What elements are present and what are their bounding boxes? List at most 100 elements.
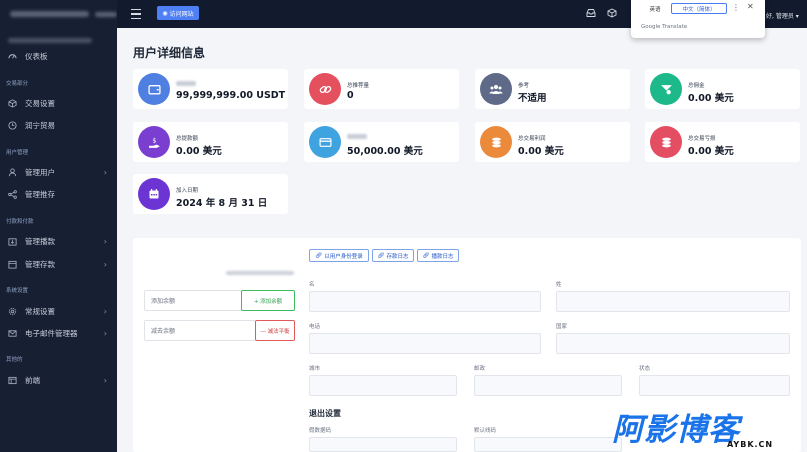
stat-label: 加入日期 xyxy=(176,188,199,194)
withdraw-log-button[interactable]: 🔗︎ 播款日志 xyxy=(417,249,459,262)
chevron-right-icon: › xyxy=(103,236,107,246)
sidebar-item-manage-deposits[interactable]: 管理存款 › xyxy=(0,256,117,272)
sidebar-item-label: 管理推存 xyxy=(25,189,55,199)
inbox-icon[interactable] xyxy=(585,8,596,19)
last-name-field[interactable] xyxy=(556,291,790,312)
state-label: 状态 xyxy=(639,366,651,372)
chevron-right-icon: › xyxy=(103,375,107,385)
translate-footer: Google Translate xyxy=(641,24,688,30)
gear-icon xyxy=(7,306,17,316)
chevron-right-icon: › xyxy=(103,328,107,338)
exit-label-fake-data: 假数据码 xyxy=(309,428,332,434)
stat-card-join-date: 加入日期 2024 年 8 月 31 日 xyxy=(133,174,288,214)
users-icon xyxy=(480,73,512,105)
chevron-right-icon: › xyxy=(103,259,107,269)
stat-value: 0.00 美元 xyxy=(688,146,734,157)
zip-field[interactable] xyxy=(474,375,622,396)
first-name-field[interactable] xyxy=(309,291,541,312)
stat-card-deposits: 50,000.00 美元 xyxy=(304,122,459,162)
chevron-right-icon: › xyxy=(103,306,107,316)
stat-value: 2024 年 8 月 31 日 xyxy=(176,198,268,209)
dashboard-icon xyxy=(7,51,17,61)
wallet-icon xyxy=(138,73,170,105)
visit-site-button[interactable]: ◉ 访问网站 xyxy=(157,6,199,20)
stat-card-total-commission: 总佣金 0.00 美元 xyxy=(645,69,800,109)
chevron-right-icon: › xyxy=(103,167,107,177)
stat-label xyxy=(176,81,196,88)
stat-label xyxy=(347,134,367,141)
sidebar-item-label: 仪表板 xyxy=(25,51,48,61)
exit-label-default: 默认线码 xyxy=(474,428,497,434)
sidebar-item-label: 管理存款 xyxy=(25,259,55,269)
stat-value: 不适用 xyxy=(518,93,547,104)
sidebar-item-label: 前端 xyxy=(25,375,40,385)
section-heading: 系统设置 xyxy=(6,288,29,294)
add-balance-button[interactable]: + 添加余额 xyxy=(241,290,295,311)
stat-value: 0 xyxy=(347,90,354,101)
stat-value: 0.00 美元 xyxy=(176,146,222,157)
sidebar-item-manage-withdrawals[interactable]: 管理播款 › xyxy=(0,233,117,249)
sidebar-item-manage-users[interactable]: 管理用户 › xyxy=(0,164,117,180)
section-heading: 用户管理 xyxy=(6,150,29,156)
stat-card-trade-profit: 总交易利润 0.00 美元 xyxy=(475,122,630,162)
sidebar-item-label: 电子邮件管理器 xyxy=(25,328,78,338)
sidebar-item-general-settings[interactable]: 常规设置 › xyxy=(0,303,117,319)
sidebar-item-label: 管理播款 xyxy=(25,236,55,246)
login-as-user-button[interactable]: 🔗︎ 以用户身份登录 xyxy=(309,249,369,262)
cube-icon xyxy=(7,98,17,108)
watermark-subtext: AYBK.CN xyxy=(727,440,774,449)
clock-icon xyxy=(7,120,17,130)
deposit-log-button[interactable]: 🔗︎ 存款日志 xyxy=(372,249,414,262)
translate-popup: 英语 中文（简体） ⋮ ✕ Google Translate xyxy=(631,0,765,38)
sidebar-item-label: 交易设置 xyxy=(25,98,55,108)
mail-icon xyxy=(7,328,17,338)
coins-icon xyxy=(480,126,512,158)
sidebar-item-dashboard[interactable]: 仪表板 xyxy=(0,48,117,64)
brand-logo[interactable] xyxy=(0,0,117,28)
user-greeting[interactable]: 好, 管理员 ▾ xyxy=(766,11,799,20)
sidebar-item-label: 润宁贸易 xyxy=(25,120,55,130)
stat-label: 总佣金 xyxy=(688,83,705,89)
stat-label: 参考 xyxy=(518,83,530,89)
country-field[interactable] xyxy=(556,333,790,354)
phone-field[interactable] xyxy=(309,333,541,354)
watermark-logo: 阿影博客 xyxy=(612,412,740,448)
exit-settings-title: 退出设置 xyxy=(309,409,341,418)
translate-lang-chinese[interactable]: 中文（简体） xyxy=(671,3,727,14)
menu-toggle-icon[interactable] xyxy=(131,8,141,20)
subtract-balance-button[interactable]: — 减法平衡 xyxy=(255,320,295,341)
stat-card-referrer: 参考 不适用 xyxy=(475,69,630,109)
user-icon xyxy=(7,167,17,177)
subtract-balance-input[interactable]: 减去余额 xyxy=(144,320,256,341)
section-heading: 付款和付款 xyxy=(6,219,34,225)
sidebar-item-trade-settings[interactable]: 交易设置 xyxy=(0,95,117,111)
first-name-label: 名 xyxy=(309,282,315,288)
hand-money-icon: $ xyxy=(138,126,170,158)
add-balance-input[interactable]: 添加余额 xyxy=(144,290,242,311)
exit-field-1[interactable] xyxy=(309,437,457,452)
calendar-icon xyxy=(138,178,170,210)
more-options-icon[interactable]: ⋮ xyxy=(732,3,740,12)
sidebar-item-trades[interactable]: 润宁贸易 xyxy=(0,117,117,133)
city-label: 城市 xyxy=(309,366,321,372)
close-icon[interactable]: ✕ xyxy=(747,2,754,11)
state-field[interactable] xyxy=(639,375,790,396)
sidebar-item-email-manager[interactable]: 电子邮件管理器 › xyxy=(0,325,117,341)
window-icon xyxy=(7,375,17,385)
section-heading: 交易部分 xyxy=(6,81,29,87)
visit-site-label: 访问网站 xyxy=(169,10,194,18)
phone-label: 电话 xyxy=(309,324,321,330)
coins-loss-icon xyxy=(650,126,682,158)
stat-card-total-referrals: 总推荐量 0 xyxy=(304,69,459,109)
stat-value: 0.00 美元 xyxy=(688,93,734,104)
translate-lang-english[interactable]: 英语 xyxy=(645,3,665,14)
link-icon: 🔗︎ xyxy=(422,252,430,259)
sidebar-item-frontend[interactable]: 前端 › xyxy=(0,372,117,388)
sidebar-item-manage-referrals[interactable]: 管理推存 xyxy=(0,186,117,202)
calendar-icon xyxy=(7,259,17,269)
exit-field-2[interactable] xyxy=(474,437,622,452)
cube-icon[interactable] xyxy=(606,8,617,19)
stat-label: 总推荐量 xyxy=(347,83,370,89)
stat-card-balance: 99,999,999.00 USDT xyxy=(133,69,288,109)
city-field[interactable] xyxy=(309,375,457,396)
